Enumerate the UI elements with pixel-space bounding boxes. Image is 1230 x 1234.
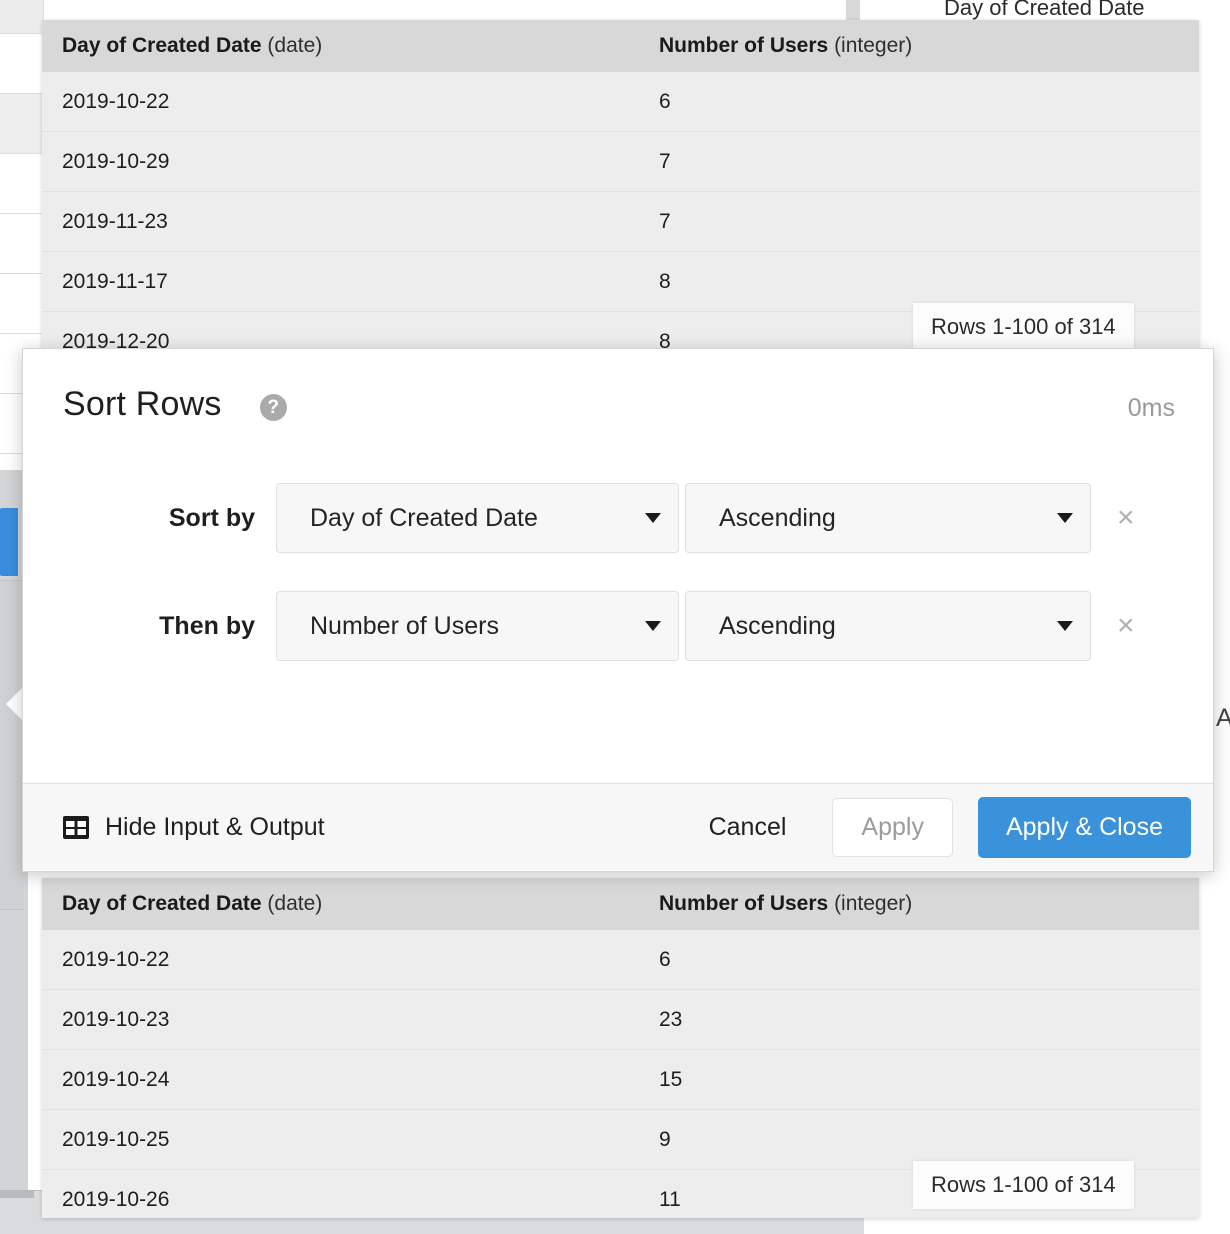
background-side-rail-track[interactable] [0, 580, 24, 910]
sort-field-select-primary[interactable]: Day of Created Date [276, 483, 679, 553]
apply-and-close-button[interactable]: Apply & Close [977, 797, 1191, 858]
background-bottom-bar-accent [0, 1190, 34, 1198]
cell-users: 7 [659, 209, 671, 233]
input-rows-count-badge: Rows 1-100 of 314 [913, 303, 1134, 351]
then-by-label: Then by [159, 611, 255, 640]
cell-date: 2019-10-24 [62, 1067, 170, 1091]
background-grid-header-cell [0, 0, 44, 34]
table-header-row: Day of Created Date (date) Number of Use… [42, 878, 1199, 930]
background-grid-row [0, 154, 44, 214]
background-column-gutter [846, 0, 860, 22]
sort-direction-select-secondary[interactable]: Ascending [685, 591, 1091, 661]
hide-input-output-toggle[interactable]: Hide Input & Output [63, 813, 325, 842]
background-grid-row [0, 214, 44, 274]
column-header-type: (date) [267, 892, 323, 915]
cell-users: 7 [659, 149, 671, 173]
background-grid-row [0, 34, 44, 94]
remove-sort-criterion-icon[interactable]: × [1117, 503, 1135, 533]
background-text-partial: A [1216, 704, 1230, 732]
sort-field-value: Number of Users [310, 611, 499, 640]
column-header-name: Day of Created Date [62, 34, 262, 57]
help-circle-icon[interactable]: ? [259, 394, 287, 421]
cell-users: 6 [659, 89, 671, 113]
background-selected-node-marker [0, 508, 18, 576]
chevron-down-icon [1057, 513, 1073, 523]
execution-time-label: 0ms [1127, 394, 1175, 422]
dialog-header: Sort Rows ? 0ms [23, 349, 1213, 424]
cell-date: 2019-10-26 [62, 1187, 170, 1211]
sort-rows-dialog: Sort Rows ? 0ms Sort by Day of Created D… [22, 348, 1214, 872]
app-root: Day of Created Date A Day of Created Dat… [0, 0, 1230, 1234]
dialog-actions: Cancel Apply Apply & Close [687, 797, 1191, 858]
chevron-down-icon [1057, 621, 1073, 631]
background-column-label-partial: Day of Created Date [944, 0, 1145, 20]
column-header-users[interactable]: Number of Users (integer) [639, 34, 1199, 58]
cell-users: 23 [659, 1007, 683, 1031]
column-header-users[interactable]: Number of Users (integer) [639, 892, 1199, 916]
table-row[interactable]: 2019-11-23 7 [42, 192, 1199, 252]
cell-date: 2019-10-22 [62, 947, 170, 971]
column-header-date[interactable]: Day of Created Date (date) [42, 34, 639, 58]
sort-criterion-row-secondary: Then by Number of Users Ascending × [23, 588, 1213, 664]
cell-users: 6 [659, 947, 671, 971]
cell-users: 9 [659, 1127, 671, 1151]
sort-criteria-list: Sort by Day of Created Date Ascending × … [23, 424, 1213, 664]
cell-date: 2019-10-23 [62, 1007, 170, 1031]
output-rows-count-badge: Rows 1-100 of 314 [913, 1161, 1134, 1209]
sort-field-value: Day of Created Date [310, 503, 538, 532]
dialog-footer: Hide Input & Output Cancel Apply Apply &… [23, 783, 1213, 871]
table-row[interactable]: 2019-10-22 6 [42, 930, 1199, 990]
column-header-name: Number of Users [659, 892, 829, 915]
hide-input-output-label: Hide Input & Output [105, 813, 325, 841]
column-header-type: (integer) [834, 34, 913, 57]
column-header-type: (integer) [834, 892, 913, 915]
table-grid-icon [63, 816, 89, 839]
sort-direction-value: Ascending [719, 503, 836, 532]
dialog-title: Sort Rows [63, 385, 222, 423]
apply-button[interactable]: Apply [832, 798, 953, 857]
background-grid-row [0, 274, 44, 334]
chevron-down-icon [645, 621, 661, 631]
column-header-date[interactable]: Day of Created Date (date) [42, 892, 639, 916]
cell-users: 15 [659, 1067, 683, 1091]
table-row[interactable]: 2019-10-29 7 [42, 132, 1199, 192]
column-header-name: Number of Users [659, 34, 829, 57]
table-row[interactable]: 2019-10-24 15 [42, 1050, 1199, 1110]
cell-date: 2019-11-17 [62, 269, 168, 293]
cell-date: 2019-10-22 [62, 89, 170, 113]
cell-date: 2019-11-23 [62, 209, 168, 233]
sort-criterion-row-primary: Sort by Day of Created Date Ascending × [23, 480, 1213, 556]
column-header-name: Day of Created Date [62, 892, 262, 915]
sort-direction-value: Ascending [719, 611, 836, 640]
chevron-down-icon [645, 513, 661, 523]
cell-date: 2019-10-29 [62, 149, 170, 173]
table-header-row: Day of Created Date (date) Number of Use… [42, 20, 1199, 72]
cell-users: 8 [659, 269, 671, 293]
table-row[interactable]: 2019-10-22 6 [42, 72, 1199, 132]
remove-sort-criterion-icon[interactable]: × [1117, 611, 1135, 641]
sort-direction-select-primary[interactable]: Ascending [685, 483, 1091, 553]
background-grid-row [0, 94, 44, 154]
sort-by-label: Sort by [168, 503, 255, 532]
cancel-button[interactable]: Cancel [687, 799, 809, 856]
cell-date: 2019-10-25 [62, 1127, 170, 1151]
sort-field-select-secondary[interactable]: Number of Users [276, 591, 679, 661]
table-row[interactable]: 2019-10-23 23 [42, 990, 1199, 1050]
column-header-type: (date) [267, 34, 323, 57]
dialog-body: Sort Rows ? 0ms Sort by Day of Created D… [23, 349, 1213, 783]
